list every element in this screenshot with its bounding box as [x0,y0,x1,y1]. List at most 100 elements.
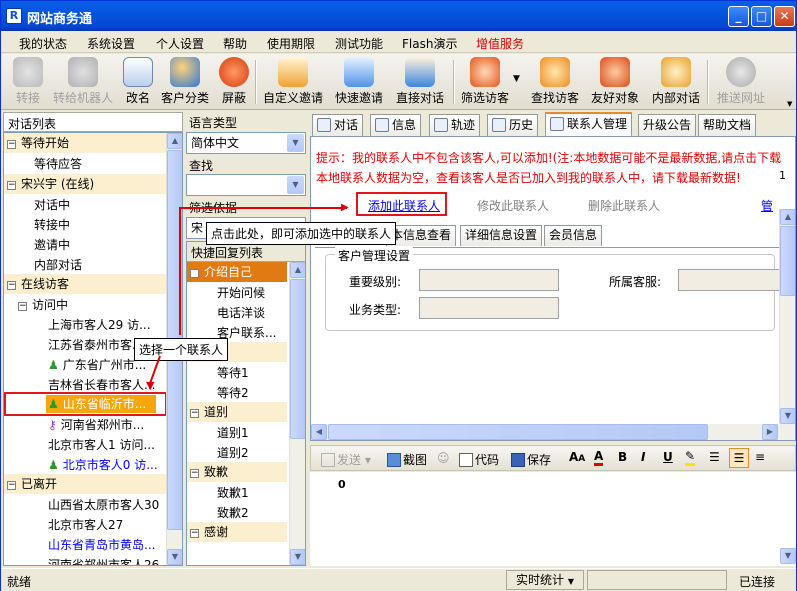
tab-info[interactable]: 信息 [370,114,422,136]
quick-group-farewell[interactable]: − 道别 [187,402,287,422]
scroll-down-icon[interactable]: ▼ [780,548,796,564]
filter-visitor-dropdown[interactable]: ▼ [513,74,520,84]
quick-reply-scrollbar[interactable]: ▲ ▼ [289,262,305,565]
subtab-member-info[interactable]: 会员信息 [544,225,603,246]
filter-visitor-button[interactable]: 筛选访客 [461,57,509,106]
align-left-button[interactable]: ≡ [755,450,765,464]
contact-panel-scrollbar[interactable]: ▲ ▼ [779,209,795,424]
underline-button[interactable]: U [663,450,673,464]
bullet-list-button[interactable]: ☰ [729,448,749,468]
list-item-waiting-answer[interactable]: 等待应答 [34,155,82,172]
scroll-left-icon[interactable]: ◀ [311,424,327,440]
to-robot-button[interactable]: 转给机器人 [53,57,113,106]
italic-button[interactable]: I [641,450,645,464]
transfer-button[interactable]: 转接 [13,57,43,106]
customer-group-button[interactable]: 客户分类 [161,57,209,106]
direct-chat-button[interactable]: 直接对话 [396,57,444,106]
tab-help-docs[interactable]: 帮助文档 [698,114,757,136]
language-select[interactable]: 简体中文 ▼ [186,132,306,154]
scroll-down-icon[interactable]: ▼ [780,408,795,424]
menu-help[interactable]: 帮助 [223,35,247,52]
scroll-down-icon[interactable]: ▼ [290,549,305,565]
numbered-list-button[interactable]: ☰ [709,450,720,464]
owner-field[interactable] [678,269,788,291]
tab-history[interactable]: 历史 [487,114,539,136]
group-left-visitors[interactable]: − 已离开 [4,474,167,494]
block-button[interactable]: 屏蔽 [219,57,249,106]
menu-test-features[interactable]: 测试功能 [335,35,383,52]
list-item-transferring[interactable]: 转接中 [34,216,70,233]
menu-flash-demo[interactable]: Flash演示 [402,35,457,52]
importance-field[interactable] [419,269,559,291]
quick-group-apology[interactable]: − 致歉 [187,462,287,482]
quick-reply-item[interactable]: 等待1 [217,364,249,381]
tab-chat[interactable]: 对话 [312,114,364,136]
toolbar-overflow-icon[interactable]: ▼ [787,100,792,108]
tab-upgrade-notice[interactable]: 升级公告 [638,114,697,136]
push-url-button[interactable]: 推送网址 [717,57,765,106]
visitor-item[interactable]: 江苏省泰州市客... [48,336,143,353]
scroll-right-icon[interactable]: ▶ [762,424,778,440]
visitor-item-selected[interactable]: ♟ 山东省临沂市... [46,395,156,413]
close-button[interactable]: ✕ [774,6,795,27]
list-item-internal-chat[interactable]: 内部对话 [34,256,82,273]
group-waiting[interactable]: − 等待开始 [4,133,167,153]
quick-group-intro[interactable]: − 介绍自己 [187,262,287,282]
visitor-item[interactable]: ♟ 北京市客人0 访... [48,456,158,473]
scroll-up-icon[interactable]: ▲ [780,209,795,225]
bold-button[interactable]: B [618,450,627,464]
add-contact-link[interactable]: 添加此联系人 [368,197,440,214]
edit-contact-link[interactable]: 修改此联系人 [477,197,549,214]
visitor-item[interactable]: 山西省太原市客人30 [48,496,159,513]
visitor-item[interactable]: 上海市客人29 访... [48,316,151,333]
visitor-item[interactable]: 北京市客人1 访问... [48,436,155,453]
visitor-item[interactable]: 山东省青岛市黄岛... [48,536,155,553]
delete-contact-link[interactable]: 删除此联系人 [588,197,660,214]
visitor-item[interactable]: ♟ 广东省广州市... [48,356,146,373]
font-size-button[interactable]: AA [569,450,585,464]
realtime-stats-button[interactable]: 实时统计 ▼ [506,570,584,590]
highlight-button[interactable]: ✎ [685,449,696,466]
code-button[interactable]: 代码 [459,451,499,468]
menu-usage-period[interactable]: 使用期限 [267,35,315,52]
subtab-detail-settings[interactable]: 详细信息设置 [460,225,543,246]
quick-invite-button[interactable]: 快速邀请 [335,57,383,106]
visitor-item[interactable]: 河南省郑州市客人26 [48,556,159,565]
visitor-item[interactable]: 吉林省长春市客人... [48,376,155,393]
find-visitor-button[interactable]: 查找访客 [531,57,579,106]
quick-reply-item[interactable]: 致歉1 [217,484,249,501]
quick-reply-item[interactable]: 开始问候 [217,284,265,301]
menu-system-settings[interactable]: 系统设置 [87,35,135,52]
quick-group-thanks[interactable]: − 感谢 [187,522,287,542]
scroll-thumb[interactable] [290,279,305,439]
message-editor[interactable]: 0 ▼ [310,472,796,566]
list-item-in-chat[interactable]: 对话中 [34,196,70,213]
scroll-up-icon[interactable]: ▲ [167,133,182,149]
custom-invite-button[interactable]: 自定义邀请 [263,57,323,106]
tab-track[interactable]: 轨迹 [429,114,481,136]
emoji-button[interactable]: ☺ [437,451,450,465]
maximize-button[interactable]: □ [751,6,772,27]
contact-panel-hscrollbar[interactable]: ◀ ▶ [311,424,795,440]
business-type-field[interactable] [419,297,559,319]
search-select[interactable]: ▼ [186,174,306,196]
quick-reply-item[interactable]: 致歉2 [217,504,249,521]
menu-value-added[interactable]: 增值服务 [476,35,524,52]
save-button[interactable]: 保存 [511,451,551,468]
scroll-up-icon[interactable]: ▲ [290,262,305,278]
friend-button[interactable]: 友好对象 [591,57,639,106]
quick-reply-item[interactable]: 电话洋谈 [217,304,265,321]
list-item-inviting[interactable]: 邀请中 [34,236,70,253]
send-button[interactable]: 发送 ▾ [321,451,371,468]
manage-link[interactable]: 管 [761,197,773,214]
group-online-visitors[interactable]: − 在线访客 [4,274,167,294]
menu-personal-settings[interactable]: 个人设置 [156,35,204,52]
screenshot-button[interactable]: 截图 [387,451,427,468]
scroll-down-icon[interactable]: ▼ [167,549,182,565]
scroll-thumb[interactable] [780,226,795,296]
rename-button[interactable]: 改名 [123,57,153,106]
minimize-button[interactable]: _ [728,6,749,27]
font-color-button[interactable]: A [594,449,604,466]
tab-contact-management[interactable]: 联系人管理 [545,112,633,137]
menu-my-status[interactable]: 我的状态 [19,35,67,52]
